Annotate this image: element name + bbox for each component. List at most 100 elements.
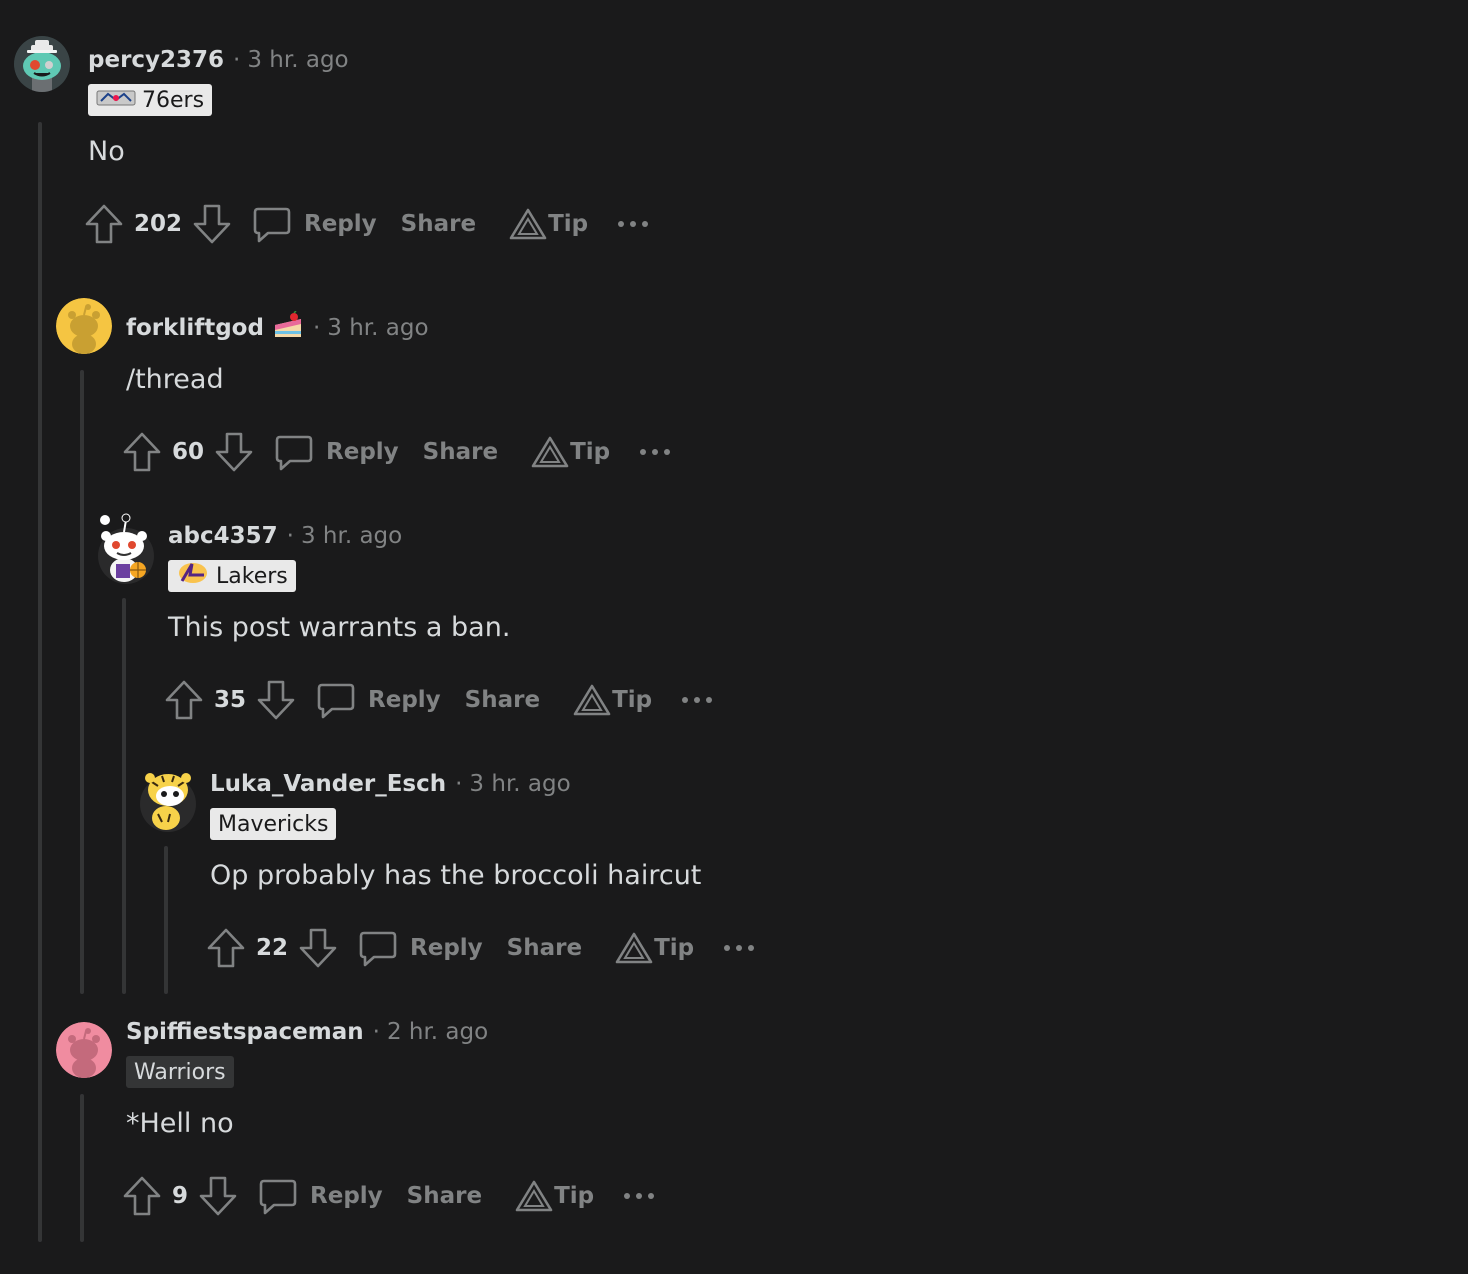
flair-text: Lakers [216, 563, 288, 589]
reply-label: Reply [326, 439, 399, 465]
reply-label: Reply [410, 935, 483, 961]
share-label: Share [464, 687, 541, 713]
more-dots-icon [616, 219, 650, 229]
reply-button[interactable]: Reply [252, 204, 377, 244]
user-avatar[interactable] [14, 36, 70, 92]
share-button[interactable]: Share [507, 935, 582, 961]
comment-actions: 9 Reply Share Tip [122, 1174, 656, 1218]
meta-separator: · [286, 523, 294, 549]
flair-text: 76ers [142, 87, 205, 113]
upvote-icon[interactable] [84, 203, 124, 245]
comment-actions: 22 Reply Share Tip [206, 926, 756, 970]
upvote-icon[interactable] [206, 927, 246, 969]
user-flair: Lakers [168, 560, 296, 592]
reply-button[interactable]: Reply [358, 928, 483, 968]
user-avatar[interactable] [98, 508, 154, 584]
comment-meta: Spiffiestspaceman · 2 hr. ago [126, 1016, 488, 1048]
thread-line[interactable] [38, 122, 42, 1242]
thread-line[interactable] [164, 846, 168, 994]
timestamp[interactable]: 3 hr. ago [469, 771, 570, 797]
comment-bubble-icon [358, 928, 398, 968]
comment-bubble-icon [274, 432, 314, 472]
comment-body: No [88, 136, 125, 167]
username-link[interactable]: percy2376 [88, 47, 224, 73]
username-link[interactable]: abc4357 [168, 523, 278, 549]
reply-label: Reply [368, 687, 441, 713]
comment-meta: percy2376 · 3 hr. ago [88, 44, 349, 76]
username-link[interactable]: forkliftgod [126, 315, 264, 341]
tip-label: Tip [554, 1183, 595, 1209]
username-link[interactable]: Spiffiestspaceman [126, 1019, 364, 1045]
more-options-button[interactable] [616, 219, 650, 229]
more-dots-icon [680, 695, 714, 705]
downvote-icon[interactable] [198, 1175, 238, 1217]
downvote-icon[interactable] [192, 203, 232, 245]
tip-button[interactable]: Tip [514, 1179, 594, 1213]
comment-meta: Luka_Vander_Esch · 3 hr. ago [210, 768, 571, 800]
meta-separator: · [455, 771, 463, 797]
more-options-button[interactable] [722, 943, 756, 953]
comment-bubble-icon [316, 680, 356, 720]
tip-button[interactable]: Tip [614, 931, 694, 965]
comment-actions: 202 Reply Share Tip [84, 202, 650, 246]
timestamp[interactable]: 3 hr. ago [247, 47, 348, 73]
comment-actions: 35 Reply Share Tip [164, 678, 714, 722]
comment-bubble-icon [252, 204, 292, 244]
thread-line[interactable] [80, 370, 84, 994]
downvote-icon[interactable] [214, 431, 254, 473]
tip-button[interactable]: Tip [572, 683, 652, 717]
share-label: Share [400, 211, 477, 237]
more-options-button[interactable] [638, 447, 672, 457]
comment-actions: 60 Reply Share Tip [122, 430, 672, 474]
comment-body: Op probably has the broccoli haircut [210, 860, 702, 891]
vote-count: 60 [172, 439, 205, 465]
more-options-button[interactable] [680, 695, 714, 705]
vote-count: 22 [256, 935, 289, 961]
tip-button[interactable]: Tip [508, 207, 588, 241]
user-flair: Warriors [126, 1056, 234, 1088]
more-dots-icon [722, 943, 756, 953]
thread-line[interactable] [80, 1094, 84, 1242]
share-label: Share [506, 935, 583, 961]
comment-body: This post warrants a ban. [168, 612, 511, 643]
timestamp[interactable]: 3 hr. ago [301, 523, 402, 549]
user-avatar[interactable] [56, 1022, 112, 1078]
share-button[interactable]: Share [407, 1183, 482, 1209]
share-button[interactable]: Share [465, 687, 540, 713]
reply-button[interactable]: Reply [258, 1176, 383, 1216]
tip-triangle-icon [508, 207, 548, 241]
meta-separator: · [233, 47, 241, 73]
tip-triangle-icon [530, 435, 570, 469]
upvote-icon[interactable] [122, 431, 162, 473]
comment-body: /thread [126, 364, 224, 395]
downvote-icon[interactable] [256, 679, 296, 721]
vote-count: 9 [172, 1183, 189, 1209]
user-avatar[interactable] [140, 756, 196, 832]
reply-label: Reply [304, 211, 377, 237]
timestamp[interactable]: 2 hr. ago [387, 1019, 488, 1045]
user-avatar[interactable] [56, 298, 112, 354]
share-button[interactable]: Share [423, 439, 498, 465]
more-dots-icon [638, 447, 672, 457]
tip-label: Tip [654, 935, 695, 961]
reply-button[interactable]: Reply [274, 432, 399, 472]
vote-count: 35 [214, 687, 247, 713]
comment-body: *Hell no [126, 1108, 234, 1139]
user-flair: 76ers [88, 84, 213, 116]
reply-button[interactable]: Reply [316, 680, 441, 720]
meta-separator: · [312, 315, 321, 341]
tip-triangle-icon [572, 683, 612, 717]
comment-meta: abc4357 · 3 hr. ago [168, 520, 402, 552]
timestamp[interactable]: 3 hr. ago [327, 315, 428, 341]
vote-count: 202 [134, 211, 183, 237]
username-link[interactable]: Luka_Vander_Esch [210, 771, 446, 797]
more-options-button[interactable] [622, 1191, 656, 1201]
thread-line[interactable] [122, 598, 126, 994]
share-button[interactable]: Share [401, 211, 476, 237]
lakers-logo-icon [176, 561, 210, 591]
downvote-icon[interactable] [298, 927, 338, 969]
upvote-icon[interactable] [122, 1175, 162, 1217]
tip-button[interactable]: Tip [530, 435, 610, 469]
tip-label: Tip [570, 439, 611, 465]
upvote-icon[interactable] [164, 679, 204, 721]
